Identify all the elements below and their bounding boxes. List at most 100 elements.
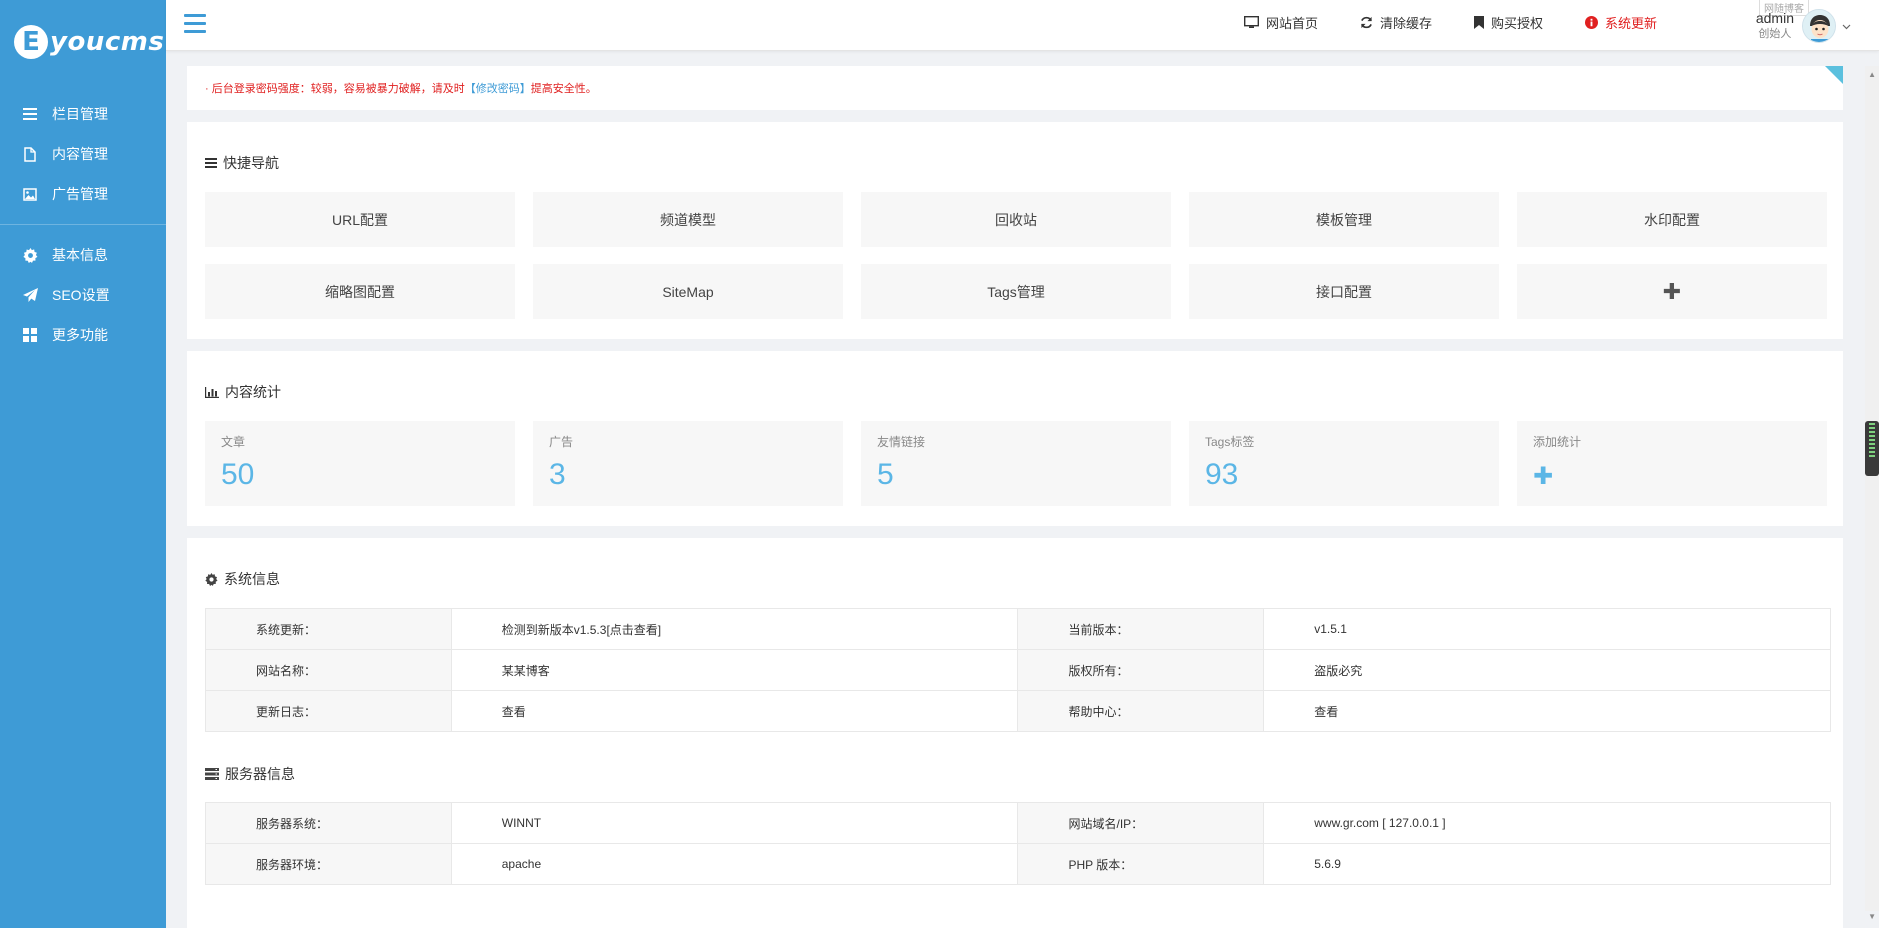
table-key: 系统更新： [205, 608, 452, 650]
sidebar-item-column-management[interactable]: 栏目管理 [0, 94, 166, 134]
security-alert: · 后台登录密码强度：较弱，容易被暴力破解，请及时 【修改密码】 提高安全性。 [187, 66, 1843, 110]
vertical-scrollbar[interactable] [1865, 66, 1879, 911]
top-link-site-home[interactable]: 网站首页 [1243, 13, 1318, 32]
top-link-system-update[interactable]: 系统更新 [1584, 13, 1657, 32]
section-title-text: 系统信息 [224, 571, 280, 587]
quick-nav-thumbnail-config[interactable]: 缩略图配置 [205, 264, 515, 319]
refresh-icon [1360, 16, 1373, 29]
stat-value: 93 [1205, 458, 1239, 491]
paper-plane-icon [22, 287, 38, 303]
table-row: 服务器系统： WINNT 网站域名/IP： www.gr.com [ 127.0… [205, 802, 1831, 844]
server-info-title: 服务器信息 [187, 732, 1843, 788]
table-row: 更新日志： 查看 帮助中心： 查看 [205, 690, 1831, 732]
monitor-icon [1243, 16, 1259, 29]
stat-card-friend-links[interactable]: 友情链接 5 [861, 421, 1171, 506]
sidebar-item-more-features[interactable]: 更多功能 [0, 315, 166, 355]
server-info-table: 服务器系统： WINNT 网站域名/IP： www.gr.com [ 127.0… [205, 802, 1831, 885]
stat-card-articles[interactable]: 文章 50 [205, 421, 515, 506]
top-link-label: 网站首页 [1265, 16, 1318, 31]
info-icon [1584, 16, 1598, 29]
section-title-text: 快捷导航 [223, 155, 279, 171]
sidebar-item-basic-info[interactable]: 基本信息 [0, 235, 166, 275]
help-center-link[interactable]: 查看 [1263, 690, 1831, 732]
stat-label: 广告 [549, 435, 574, 449]
table-value: www.gr.com [ 127.0.0.1 ] [1263, 802, 1831, 844]
stat-value: 3 [549, 458, 566, 491]
avatar[interactable] [1802, 8, 1836, 43]
table-key: 服务器系统： [205, 802, 452, 844]
user-menu[interactable]: admin 创始人 [1756, 0, 1851, 51]
copyright-link[interactable]: 盗版必究 [1263, 649, 1831, 691]
user-text: admin 创始人 [1756, 10, 1794, 42]
table-value: WINNT [450, 802, 1019, 844]
table-value: v1.5.1 [1263, 608, 1831, 650]
sidebar-item-label: 广告管理 [52, 186, 108, 202]
menu-toggle-icon[interactable] [184, 14, 206, 34]
top-link-label: 系统更新 [1604, 16, 1657, 31]
topbar: 网站首页 清除缓存 购买授权 系统更新 网随博客 admin 创始人 [166, 0, 1879, 51]
scrollbar-thumb[interactable] [1865, 421, 1879, 476]
sidebar-item-content-management[interactable]: 内容管理 [0, 134, 166, 174]
alert-prefix: · 后台登录密码强度：较弱，容易被暴力破解，请及时 [205, 83, 465, 95]
system-info-title: 系统信息 [187, 538, 1843, 594]
sidebar-item-label: SEO设置 [52, 287, 110, 303]
table-key: 帮助中心： [1017, 690, 1265, 732]
system-info-table: 系统更新： 检测到新版本v1.5.3[点击查看] 当前版本： v1.5.1 网站… [205, 608, 1831, 732]
quick-nav-api-config[interactable]: 接口配置 [1189, 264, 1499, 319]
update-available-link[interactable]: 检测到新版本v1.5.3[点击查看] [450, 608, 1019, 650]
quick-nav-url-config[interactable]: URL配置 [205, 192, 515, 247]
quick-nav-recycle-bin[interactable]: 回收站 [861, 192, 1171, 247]
user-name: admin [1755, 9, 1794, 26]
system-info-panel: 系统信息 系统更新： 检测到新版本v1.5.3[点击查看] 当前版本： v1.5… [187, 538, 1843, 928]
logo[interactable]: E youcms [0, 0, 166, 84]
table-key: 网站名称： [205, 649, 452, 691]
user-role: 创始人 [1758, 27, 1792, 40]
quick-nav-template-management[interactable]: 模板管理 [1189, 192, 1499, 247]
table-key: 版权所有： [1017, 649, 1265, 691]
change-password-link[interactable]: 【修改密码】 [465, 80, 531, 96]
server-icon [205, 768, 219, 780]
top-link-label: 清除缓存 [1379, 16, 1432, 31]
alert-corner-badge [1825, 66, 1843, 84]
sidebar-item-ad-management[interactable]: 广告管理 [0, 174, 166, 214]
sidebar-item-label: 基本信息 [52, 247, 108, 263]
stat-card-tags[interactable]: Tags标签 93 [1189, 421, 1499, 506]
bar-chart-icon [205, 386, 219, 398]
top-link-buy-license[interactable]: 购买授权 [1473, 13, 1543, 32]
changelog-link[interactable]: 查看 [450, 690, 1019, 732]
table-key: 更新日志： [205, 690, 452, 732]
section-title-text: 内容统计 [225, 384, 281, 400]
sidebar-item-seo-settings[interactable]: SEO设置 [0, 275, 166, 315]
table-value: apache [450, 843, 1019, 885]
bookmark-icon [1473, 16, 1484, 29]
content-stats-title: 内容统计 [187, 351, 1843, 407]
stat-card-add-stat[interactable]: 添加统计 ✚ [1517, 421, 1827, 506]
top-links: 网站首页 清除缓存 购买授权 系统更新 [1243, 0, 1699, 45]
sidebar-nav: 栏目管理 内容管理 广告管理 基本信息 SEO设置 更多功能 [0, 84, 166, 355]
top-link-clear-cache[interactable]: 清除缓存 [1360, 13, 1432, 32]
scroll-up-icon[interactable]: ▲ [1868, 70, 1876, 79]
content-stats-panel: 内容统计 文章 50 广告 3 友情链接 5 Tags标签 93 添加统计 ✚ [187, 351, 1843, 526]
logo-text: youcms [50, 27, 165, 57]
quick-nav-channel-model[interactable]: 频道模型 [533, 192, 843, 247]
quick-nav-tags-management[interactable]: Tags管理 [861, 264, 1171, 319]
image-icon [22, 186, 38, 202]
stat-value: 50 [221, 458, 255, 491]
table-key: 服务器环境： [205, 843, 452, 885]
chevron-down-icon[interactable] [1842, 17, 1851, 35]
stat-card-ads[interactable]: 广告 3 [533, 421, 843, 506]
sidebar-item-label: 更多功能 [52, 327, 108, 343]
list-icon [205, 158, 217, 168]
quick-nav-watermark-config[interactable]: 水印配置 [1517, 192, 1827, 247]
table-row: 系统更新： 检测到新版本v1.5.3[点击查看] 当前版本： v1.5.1 [205, 608, 1831, 650]
quick-nav-grid: URL配置 频道模型 回收站 模板管理 水印配置 缩略图配置 SiteMap T… [187, 178, 1843, 339]
scroll-down-icon[interactable]: ▼ [1868, 912, 1876, 921]
table-key: 网站域名/IP： [1017, 802, 1265, 844]
quick-nav-sitemap[interactable]: SiteMap [533, 264, 843, 319]
gear-icon [205, 572, 218, 586]
sidebar-item-label: 内容管理 [52, 146, 108, 162]
table-value: 某某博客 [450, 649, 1019, 691]
main-content: · 后台登录密码强度：较弱，容易被暴力破解，请及时 【修改密码】 提高安全性。 … [187, 66, 1843, 928]
quick-nav-panel: 快捷导航 URL配置 频道模型 回收站 模板管理 水印配置 缩略图配置 Site… [187, 122, 1843, 339]
quick-nav-add-button[interactable]: ✚ [1517, 264, 1827, 319]
